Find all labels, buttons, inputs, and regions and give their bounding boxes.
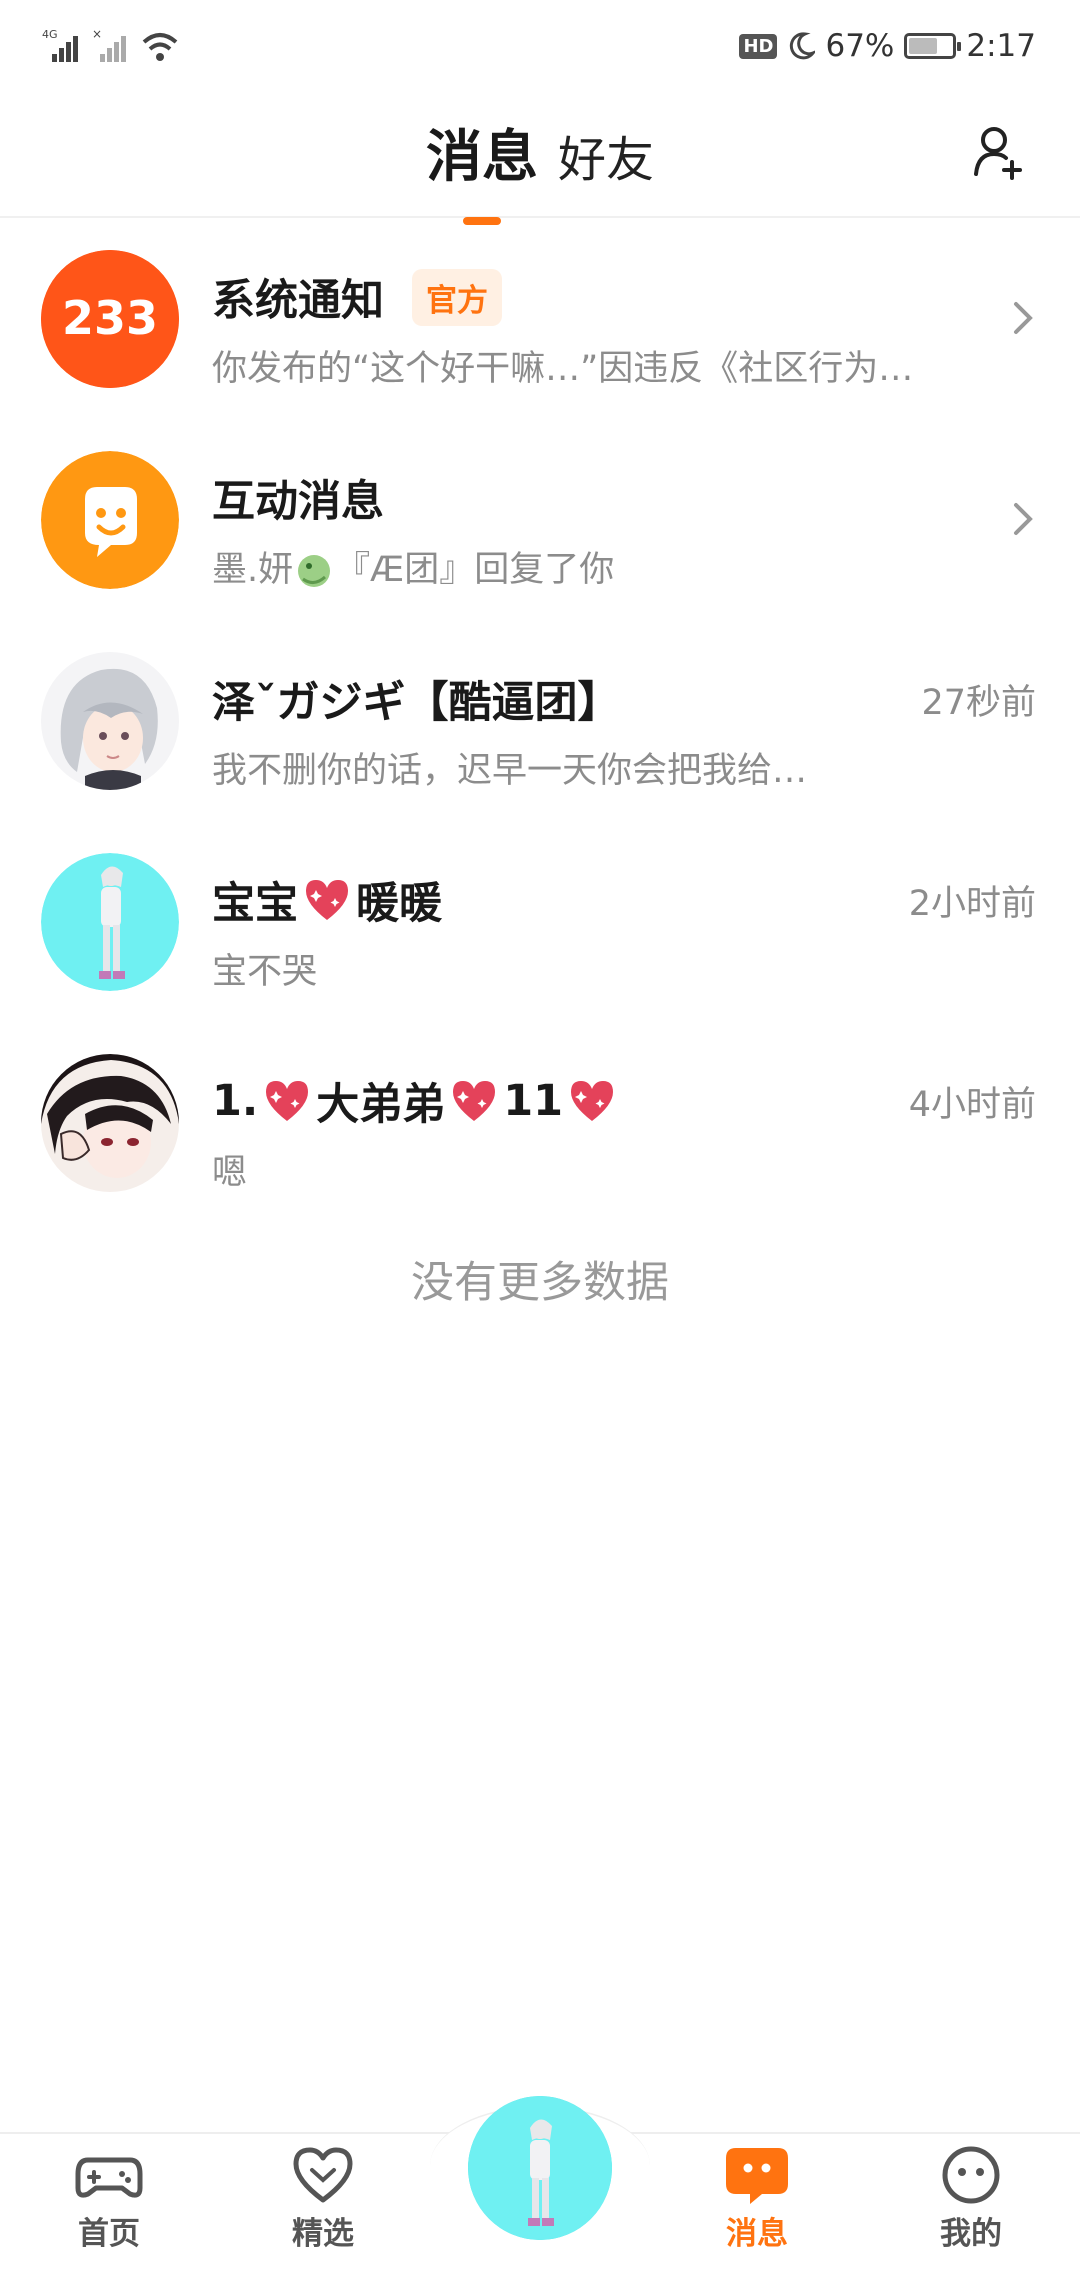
hd-icon: HD xyxy=(739,33,778,59)
item-preview: 嗯 xyxy=(212,1153,248,1193)
dragon-emoji-icon xyxy=(298,555,331,587)
avatar xyxy=(41,1054,179,1192)
interaction-avatar xyxy=(41,451,179,589)
nav-messages[interactable]: 消息 xyxy=(682,2144,832,2253)
sparkling-heart-icon xyxy=(306,880,348,920)
tab-friends[interactable]: 好友 xyxy=(558,120,654,190)
item-preview: 宝不哭 xyxy=(212,952,318,992)
sparkling-heart-icon xyxy=(453,1081,496,1121)
preview-text: 『Æ团』回复了你 xyxy=(335,550,615,590)
nav-profile-label: 我的 xyxy=(940,2216,1002,2252)
gamepad-icon xyxy=(75,2157,143,2198)
list-item-system-notice[interactable]: 233 系统通知 官方 你发布的“这个好干嘛…”因违反《社区行为… xyxy=(0,220,1080,421)
title-part: 11 xyxy=(503,1076,564,1126)
avatar xyxy=(41,853,179,991)
battery-level xyxy=(909,38,938,54)
avatar xyxy=(41,652,179,790)
list-item-chat[interactable]: 宝宝 暖暖 2小时前 宝不哭 xyxy=(0,823,1080,1024)
face-icon xyxy=(942,2146,1000,2204)
nav-messages-label: 消息 xyxy=(726,2216,788,2252)
logo-233-icon: 233 xyxy=(41,250,179,388)
item-title: 互动消息 xyxy=(212,477,384,527)
official-badge: 官方 xyxy=(412,268,502,326)
system-indicators: HD 67% 2:17 xyxy=(739,22,1036,70)
character-avatar-icon xyxy=(468,2096,612,2240)
nav-home[interactable]: 首页 xyxy=(34,2144,184,2253)
system-avatar: 233 xyxy=(41,250,179,388)
chevron-right-icon xyxy=(1014,302,1033,334)
no-more-data-text: 没有更多数据 xyxy=(411,1258,669,1308)
sparkling-heart-icon xyxy=(571,1081,614,1121)
cellular-signal-icon: 4G xyxy=(42,28,78,62)
bottom-navigation: 首页 精选 消息 我的 xyxy=(0,2096,1080,2280)
list-item-chat[interactable]: 1. 大弟弟 11 4小时前 嗯 xyxy=(0,1024,1080,1225)
sender-name: 墨.妍 xyxy=(212,550,294,590)
title-part: 1. xyxy=(212,1076,259,1126)
item-title: 宝宝 暖暖 xyxy=(212,869,442,931)
nav-profile[interactable]: 我的 xyxy=(896,2144,1046,2253)
svg-text:×: × xyxy=(92,28,102,41)
nav-featured-label: 精选 xyxy=(292,2216,354,2252)
message-icon xyxy=(726,2148,788,2204)
item-title: 系统通知 官方 xyxy=(212,266,502,328)
character-avatar-icon xyxy=(41,853,179,991)
moon-icon xyxy=(790,32,816,60)
battery-icon xyxy=(904,33,962,59)
nav-home-label: 首页 xyxy=(78,2216,140,2252)
clock: 2:17 xyxy=(966,28,1036,64)
item-title: 泽ˇガジギ【酷逼团】 xyxy=(212,678,621,728)
list-item-chat[interactable]: 泽ˇガジギ【酷逼团】 27秒前 我不删你的话，迟早一天你会把我给… xyxy=(0,622,1080,823)
status-bar: 4G × HD 67% 2:17 xyxy=(0,0,1080,92)
nav-featured[interactable]: 精选 xyxy=(248,2144,398,2253)
tab-messages[interactable]: 消息 xyxy=(426,112,538,225)
item-preview: 你发布的“这个好干嘛…”因违反《社区行为… xyxy=(212,349,914,389)
wifi-icon xyxy=(142,33,178,61)
list-item-interactions[interactable]: 互动消息 墨.妍 『Æ团』回复了你 xyxy=(0,421,1080,622)
item-title: 1. 大弟弟 11 xyxy=(212,1070,617,1132)
item-time: 27秒前 xyxy=(921,683,1036,723)
chat-bubble-icon xyxy=(41,451,179,589)
item-time: 2小时前 xyxy=(908,884,1036,924)
svg-text:4G: 4G xyxy=(42,28,58,41)
anime-avatar-icon xyxy=(41,1054,179,1192)
heart-icon xyxy=(293,2147,353,2203)
title-part: 暖暖 xyxy=(356,879,442,929)
item-title-text: 系统通知 xyxy=(212,276,384,326)
anime-avatar-icon xyxy=(41,652,179,790)
battery-percent: 67% xyxy=(825,28,895,64)
center-avatar-button[interactable] xyxy=(468,2096,612,2240)
cellular-signal-2-icon: × xyxy=(92,28,126,62)
item-time: 4小时前 xyxy=(908,1085,1036,1125)
tab-bar: 消息 好友 xyxy=(0,112,1080,225)
sparkling-heart-icon xyxy=(266,1081,309,1121)
title-part: 宝宝 xyxy=(212,879,298,929)
top-bar: 消息 好友 xyxy=(0,92,1080,225)
svg-text:233: 233 xyxy=(62,291,158,345)
signal-indicators: 4G × xyxy=(42,24,180,64)
chevron-right-icon xyxy=(1014,503,1033,535)
add-user-icon[interactable] xyxy=(972,124,1028,180)
item-preview: 墨.妍 『Æ团』回复了你 xyxy=(212,541,992,592)
message-list: 233 系统通知 官方 你发布的“这个好干嘛…”因违反《社区行为… 互动消息 墨… xyxy=(0,220,1080,1225)
title-part: 大弟弟 xyxy=(316,1080,446,1130)
item-preview: 我不删你的话，迟早一天你会把我给… xyxy=(212,751,808,791)
